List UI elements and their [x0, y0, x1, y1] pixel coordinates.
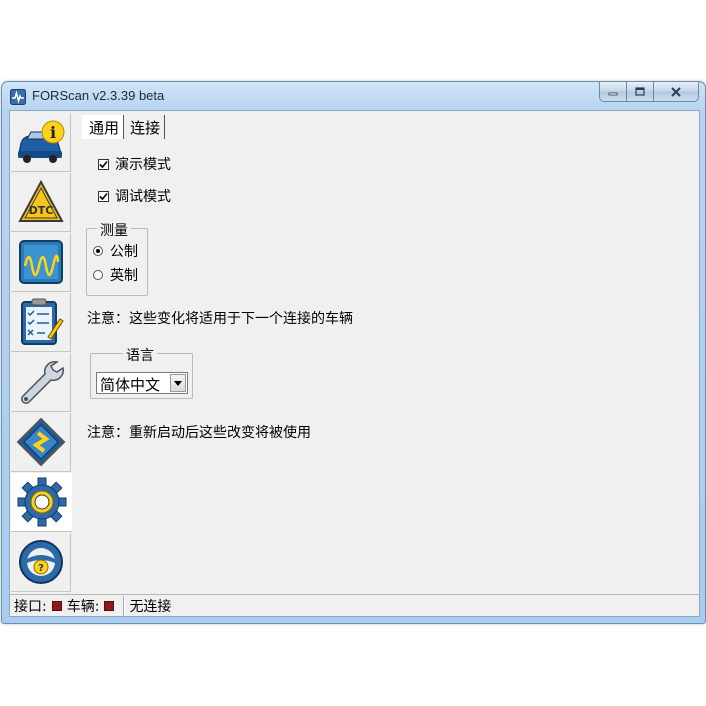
language-groupbox: 语言 简体中文 [90, 345, 193, 399]
chip-icon [16, 417, 65, 467]
chevron-down-icon [174, 380, 182, 386]
demo-mode-checkbox-row[interactable]: 演示模式 [98, 154, 171, 174]
measure-group-title: 测量 [97, 220, 131, 240]
vehicle-note: 注意：这些变化将适用于下一个连接的车辆 [87, 311, 353, 327]
steering-help-icon: ? [18, 540, 63, 584]
connection-status-panel: 无连接 [124, 595, 699, 616]
svg-text:?: ? [38, 563, 44, 574]
close-button[interactable] [654, 82, 699, 102]
port-led-indicator [51, 600, 62, 611]
sidebar-item-vehicle-info[interactable]: i [11, 113, 71, 172]
sidebar-item-oscilloscope[interactable] [11, 233, 71, 292]
sidebar-item-dtc[interactable]: DTC [11, 173, 71, 232]
minimize-button[interactable] [599, 82, 627, 102]
language-select[interactable]: 简体中文 [96, 372, 188, 394]
window-controls [599, 82, 699, 103]
sidebar-item-configuration[interactable] [11, 413, 71, 472]
metric-radio[interactable] [93, 246, 103, 256]
debug-mode-label: 调试模式 [115, 189, 171, 205]
vehicle-led-indicator [104, 600, 115, 611]
imperial-label: 英制 [110, 268, 138, 284]
forscan-app-icon [10, 89, 26, 105]
sidebar: i DTC ? [10, 111, 72, 595]
minimize-icon [608, 92, 618, 95]
close-icon [671, 86, 681, 97]
title-bar[interactable]: FORScan v2.3.39 beta [2, 82, 705, 110]
vehicle-label: 车辆: [66, 598, 100, 615]
sidebar-item-service[interactable] [11, 353, 71, 412]
window-title: FORScan v2.3.39 beta [32, 88, 165, 103]
app-window: FORScan v2.3.39 beta i DTC ? 通用 连接 演示模式 … [1, 81, 706, 624]
port-status: 接口: 车辆: [10, 595, 125, 616]
measure-groupbox: 测量 公制 英制 [86, 220, 148, 296]
maximize-icon [635, 86, 645, 96]
svg-text:DTC: DTC [28, 204, 53, 217]
oscilloscope-icon [18, 240, 63, 284]
car-info-icon: i [17, 120, 64, 163]
gear-icon [17, 477, 66, 527]
sidebar-item-help[interactable]: ? [11, 533, 71, 592]
status-bar: 接口: 车辆: 无连接 [10, 594, 699, 616]
demo-mode-label: 演示模式 [115, 157, 171, 173]
dtc-warning-icon: DTC [17, 179, 64, 222]
wrench-icon [20, 360, 64, 404]
restart-note: 注意：重新启动后这些改变将被使用 [87, 425, 311, 441]
debug-mode-checkbox-row[interactable]: 调试模式 [98, 186, 171, 206]
imperial-radio[interactable] [93, 270, 103, 280]
language-selected-value: 简体中文 [100, 376, 161, 394]
port-label: 接口: [14, 598, 47, 615]
checkmark-icon [99, 192, 108, 200]
debug-mode-checkbox[interactable] [98, 190, 109, 202]
general-panel: 演示模式 调试模式 测量 公制 英制 注意：这些变化将适用于下一个连接的车辆 语… [72, 111, 699, 594]
checkmark-icon [99, 160, 108, 168]
client-area: i DTC ? 通用 连接 演示模式 调试模式 测量 公制 英制 注意：这些变化… [9, 110, 700, 617]
svg-text:i: i [49, 123, 55, 142]
demo-mode-checkbox[interactable] [98, 158, 109, 170]
sidebar-item-tests[interactable] [11, 293, 71, 352]
language-dropdown-button[interactable] [170, 374, 186, 392]
radio-imperial-row[interactable]: 英制 [93, 265, 138, 285]
radio-metric-row[interactable]: 公制 [93, 241, 138, 261]
connection-status-text: 无连接 [129, 598, 172, 615]
maximize-button[interactable] [627, 82, 654, 102]
checklist-icon [20, 298, 64, 345]
metric-label: 公制 [110, 244, 138, 260]
language-group-title: 语言 [123, 345, 157, 365]
sidebar-item-settings[interactable] [11, 473, 72, 532]
